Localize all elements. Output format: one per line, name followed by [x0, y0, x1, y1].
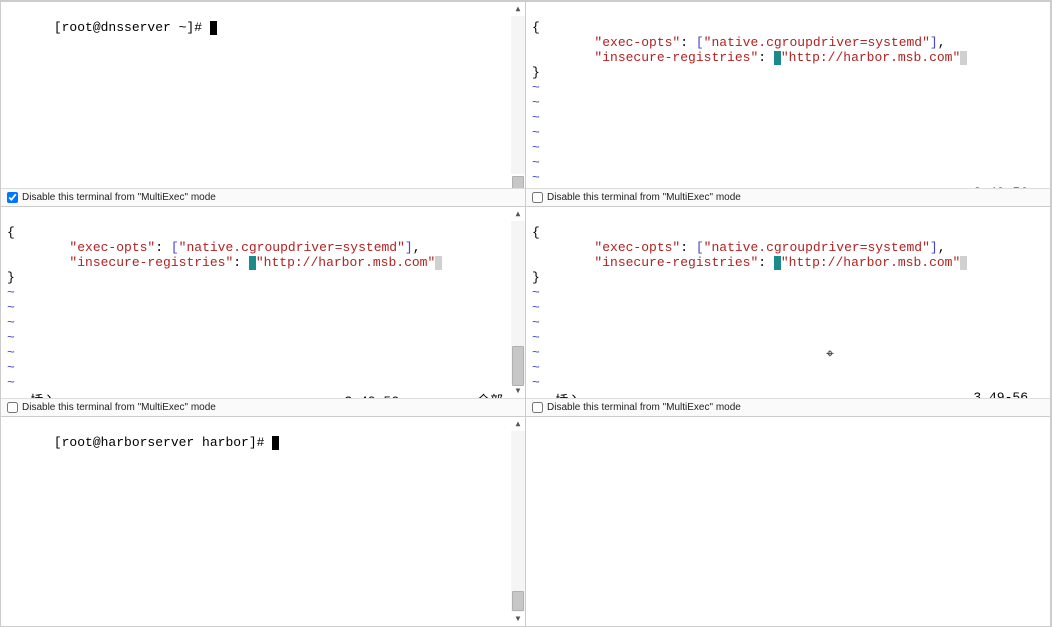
vim-tilde: ~ — [532, 345, 540, 360]
json-val-exec-opts: "native.cgroupdriver=systemd" — [704, 35, 930, 50]
disable-multiexec-checkbox[interactable] — [7, 192, 18, 203]
json-val-exec-opts: "native.cgroupdriver=systemd" — [179, 240, 405, 255]
vim-tilde: ~ — [532, 315, 540, 330]
json-val-insecure-registries: "http://harbor.msb.com" — [256, 255, 435, 270]
scroll-down-icon[interactable]: ▾ — [512, 384, 523, 398]
disable-multiexec-label: Disable this terminal from "MultiExec" m… — [22, 192, 216, 203]
scroll-down-icon[interactable]: ▾ — [512, 612, 523, 626]
terminal-pane-top-left[interactable]: [root@dnsserver ~]# ▴ ▾ Disable this ter… — [1, 2, 526, 207]
json-val-exec-opts: "native.cgroupdriver=systemd" — [704, 240, 930, 255]
json-val-insecure-registries: "http://harbor.msb.com" — [781, 255, 960, 270]
vim-tilde: ~ — [532, 330, 540, 345]
cursor-block — [210, 21, 217, 35]
json-close-brace: } — [532, 270, 540, 285]
shell-prompt: [root@dnsserver ~]# — [54, 20, 210, 35]
end-marker — [435, 256, 442, 270]
json-key-exec-opts: "exec-opts" — [69, 240, 155, 255]
vim-tilde: ~ — [7, 375, 15, 390]
json-key-exec-opts: "exec-opts" — [594, 35, 680, 50]
end-marker — [960, 51, 967, 65]
disable-multiexec-label: Disable this terminal from "MultiExec" m… — [547, 192, 741, 203]
vim-cursor — [774, 51, 781, 65]
terminal-body[interactable]: [root@harborserver harbor]# ▴ ▾ — [1, 417, 525, 626]
json-key-insecure-registries: "insecure-registries" — [594, 255, 758, 270]
pane-footer: Disable this terminal from "MultiExec" m… — [1, 188, 525, 206]
vim-tilde: ~ — [7, 360, 15, 375]
vim-cursor — [249, 256, 256, 270]
vim-status-line: -- 插入 --3,49-56 — [532, 390, 1044, 398]
vim-tilde: ~ — [532, 285, 540, 300]
pane-footer: Disable this terminal from "MultiExec" m… — [526, 188, 1050, 206]
scrollbar[interactable]: ▴ ▾ — [511, 207, 525, 398]
shell-prompt: [root@harborserver harbor]# — [54, 435, 272, 450]
scroll-up-icon[interactable]: ▴ — [512, 207, 523, 221]
scrollbar[interactable]: ▴ ▾ — [511, 2, 525, 188]
scroll-up-icon[interactable]: ▴ — [512, 2, 523, 16]
disable-multiexec-label: Disable this terminal from "MultiExec" m… — [22, 402, 216, 413]
terminal-pane-top-right[interactable]: { "exec-opts": ["native.cgroupdriver=sys… — [526, 2, 1051, 207]
json-key-exec-opts: "exec-opts" — [594, 240, 680, 255]
cursor-block — [272, 436, 279, 450]
json-open-brace: { — [7, 225, 15, 240]
terminal-pane-bottom-right[interactable] — [526, 417, 1051, 627]
vim-tilde: ~ — [532, 155, 540, 170]
terminal-body[interactable]: { "exec-opts": ["native.cgroupdriver=sys… — [526, 207, 1050, 398]
json-open-brace: { — [532, 225, 540, 240]
terminal-body[interactable]: { "exec-opts": ["native.cgroupdriver=sys… — [1, 207, 525, 398]
disable-multiexec-checkbox[interactable] — [7, 402, 18, 413]
scroll-up-icon[interactable]: ▴ — [512, 417, 523, 431]
terminal-body[interactable]: [root@dnsserver ~]# ▴ ▾ — [1, 2, 525, 188]
json-key-insecure-registries: "insecure-registries" — [69, 255, 233, 270]
vim-tilde: ~ — [7, 315, 15, 330]
pane-footer: Disable this terminal from "MultiExec" m… — [526, 398, 1050, 416]
terminal-pane-mid-right[interactable]: { "exec-opts": ["native.cgroupdriver=sys… — [526, 207, 1051, 417]
json-key-insecure-registries: "insecure-registries" — [594, 50, 758, 65]
end-marker — [960, 256, 967, 270]
terminal-body[interactable]: { "exec-opts": ["native.cgroupdriver=sys… — [526, 2, 1050, 188]
mouse-cursor-icon: ⌖ — [826, 347, 834, 363]
scroll-thumb[interactable] — [512, 176, 524, 188]
terminal-pane-mid-left[interactable]: { "exec-opts": ["native.cgroupdriver=sys… — [1, 207, 526, 417]
vim-tilde: ~ — [7, 300, 15, 315]
terminal-pane-bottom-left[interactable]: [root@harborserver harbor]# ▴ ▾ — [1, 417, 526, 627]
vim-tilde: ~ — [532, 125, 540, 140]
scroll-track[interactable] — [511, 16, 525, 174]
vim-tilde: ~ — [7, 285, 15, 300]
vim-tilde: ~ — [532, 80, 540, 95]
disable-multiexec-checkbox[interactable] — [532, 192, 543, 203]
vim-tilde: ~ — [532, 140, 540, 155]
terminal-body[interactable] — [526, 417, 1050, 626]
vim-tilde: ~ — [532, 110, 540, 125]
vim-tilde: ~ — [7, 330, 15, 345]
disable-multiexec-checkbox[interactable] — [532, 402, 543, 413]
json-val-insecure-registries: "http://harbor.msb.com" — [781, 50, 960, 65]
vim-tilde: ~ — [532, 300, 540, 315]
json-close-brace: } — [7, 270, 15, 285]
scroll-track[interactable] — [511, 431, 525, 612]
vim-tilde: ~ — [532, 360, 540, 375]
vim-tilde: ~ — [532, 95, 540, 110]
vim-status-line: -- 插入 --3,49-56 — [532, 185, 1044, 188]
vim-status-line: -- 插入 --3,49-56 全部 — [7, 390, 519, 398]
vim-tilde: ~ — [532, 375, 540, 390]
vim-cursor — [774, 256, 781, 270]
scroll-thumb[interactable] — [512, 591, 524, 611]
vim-tilde: ~ — [532, 170, 540, 185]
scroll-track[interactable] — [511, 221, 525, 384]
scrollbar[interactable]: ▴ ▾ — [511, 417, 525, 626]
json-open-brace: { — [532, 20, 540, 35]
json-close-brace: } — [532, 65, 540, 80]
scroll-thumb[interactable] — [512, 346, 524, 386]
pane-footer: Disable this terminal from "MultiExec" m… — [1, 398, 525, 416]
disable-multiexec-label: Disable this terminal from "MultiExec" m… — [547, 402, 741, 413]
vim-tilde: ~ — [7, 345, 15, 360]
